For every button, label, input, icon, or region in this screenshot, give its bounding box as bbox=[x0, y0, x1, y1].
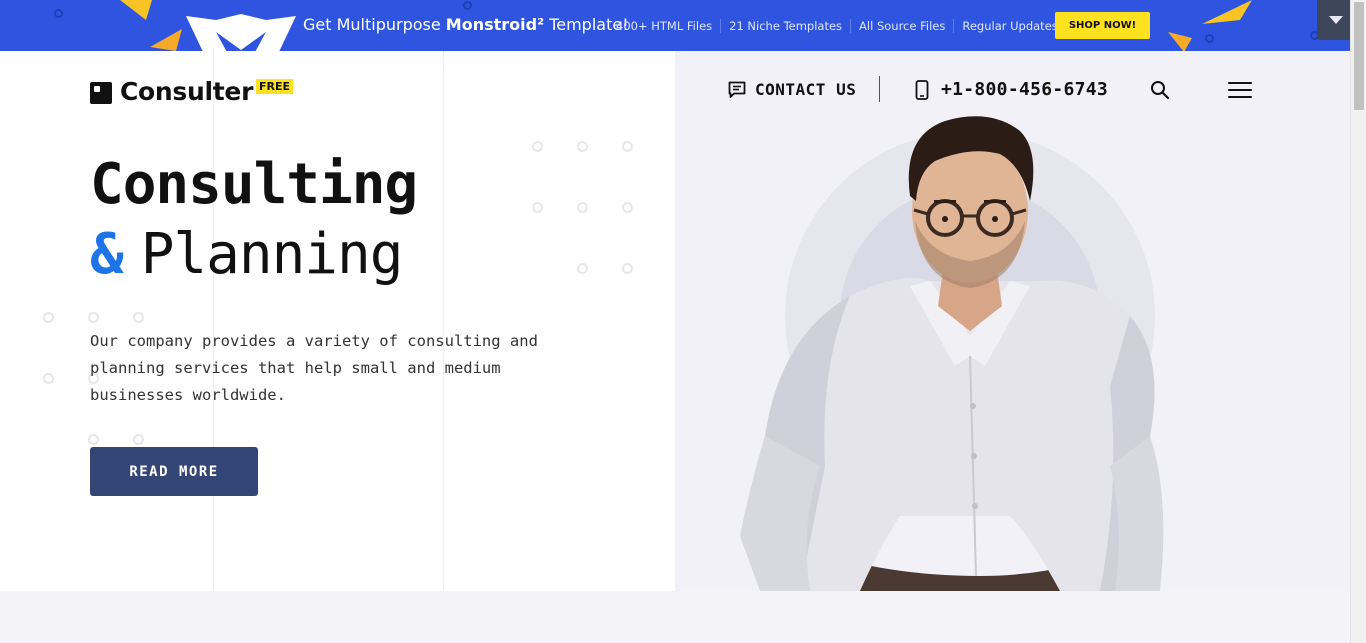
read-more-button[interactable]: READ MORE bbox=[90, 447, 258, 496]
search-button[interactable] bbox=[1150, 80, 1170, 100]
confetti-shape bbox=[1168, 32, 1192, 51]
header-divider bbox=[879, 76, 880, 102]
logo-mark-icon bbox=[90, 82, 112, 104]
menu-bar bbox=[1228, 96, 1252, 98]
hero-title-line2: & Planning bbox=[90, 222, 404, 288]
decorative-circle bbox=[463, 1, 472, 10]
decorative-dot bbox=[88, 312, 99, 323]
promo-headline[interactable]: Get Multipurpose Monstroid² Template! bbox=[303, 15, 629, 34]
next-section-strip bbox=[0, 591, 1350, 643]
shop-now-button[interactable]: SHOP NOW! bbox=[1055, 12, 1150, 39]
decorative-dot bbox=[622, 202, 633, 213]
scrollbar-thumb[interactable] bbox=[1354, 2, 1364, 110]
logo-text: Consulter bbox=[120, 77, 254, 106]
hero-left-panel bbox=[0, 51, 675, 591]
hero-title-word: Planning bbox=[140, 222, 404, 287]
confetti-shape bbox=[150, 29, 182, 51]
smartphone-icon bbox=[915, 79, 929, 100]
menu-bar bbox=[1228, 89, 1252, 91]
monstroid-logo-icon bbox=[186, 14, 296, 51]
chat-icon bbox=[728, 81, 746, 98]
decorative-dot bbox=[577, 141, 588, 152]
chevron-down-icon bbox=[1329, 16, 1343, 24]
decorative-dot bbox=[43, 373, 54, 384]
confetti-shape bbox=[1202, 0, 1252, 24]
decorative-circle bbox=[54, 9, 63, 18]
decorative-dot bbox=[622, 141, 633, 152]
guide-line bbox=[443, 51, 444, 591]
promo-brand: Monstroid² bbox=[445, 15, 545, 34]
promo-feature: 400+ HTML Files bbox=[616, 19, 713, 33]
menu-bar bbox=[1228, 82, 1252, 84]
confetti-shape bbox=[120, 0, 152, 20]
decorative-dot bbox=[133, 312, 144, 323]
decorative-dot bbox=[532, 202, 543, 213]
hero-title-line1: Consulting bbox=[90, 152, 418, 217]
promo-banner[interactable]: Get Multipurpose Monstroid² Template! 40… bbox=[0, 0, 1350, 51]
hero-image-panel bbox=[675, 51, 1350, 591]
search-icon bbox=[1151, 81, 1170, 100]
hamburger-menu-icon[interactable] bbox=[1228, 82, 1252, 98]
decorative-dot bbox=[577, 263, 588, 274]
decorative-dot bbox=[577, 202, 588, 213]
decorative-dot bbox=[43, 312, 54, 323]
decorative-dot bbox=[133, 434, 144, 445]
decorative-dot bbox=[88, 434, 99, 445]
site-logo[interactable]: Consulter FREE bbox=[90, 77, 294, 106]
decorative-dot bbox=[622, 263, 633, 274]
promo-feature: Regular Updates bbox=[953, 19, 1065, 33]
decorative-circle bbox=[1205, 34, 1214, 43]
promo-feature: All Source Files bbox=[850, 19, 953, 33]
contact-us-label: CONTACT US bbox=[755, 80, 857, 99]
promo-features: 400+ HTML Files 21 Niche Templates All S… bbox=[616, 19, 1066, 33]
promo-text-prefix: Get Multipurpose bbox=[303, 15, 446, 34]
hero-title-ampersand: & bbox=[90, 222, 124, 287]
contact-us-link[interactable]: CONTACT US bbox=[728, 80, 856, 99]
hero-lead-text: Our company provides a variety of consul… bbox=[90, 332, 538, 404]
decorative-dot bbox=[532, 141, 543, 152]
phone-link[interactable]: +1-800-456-6743 bbox=[915, 79, 1108, 100]
logo-badge: FREE bbox=[256, 79, 294, 94]
guide-line bbox=[213, 51, 214, 591]
promo-feature: 21 Niche Templates bbox=[720, 19, 850, 33]
phone-number: +1-800-456-6743 bbox=[941, 79, 1109, 100]
consultant-portrait bbox=[740, 116, 1164, 591]
page-scrollbar[interactable] bbox=[1350, 0, 1366, 643]
